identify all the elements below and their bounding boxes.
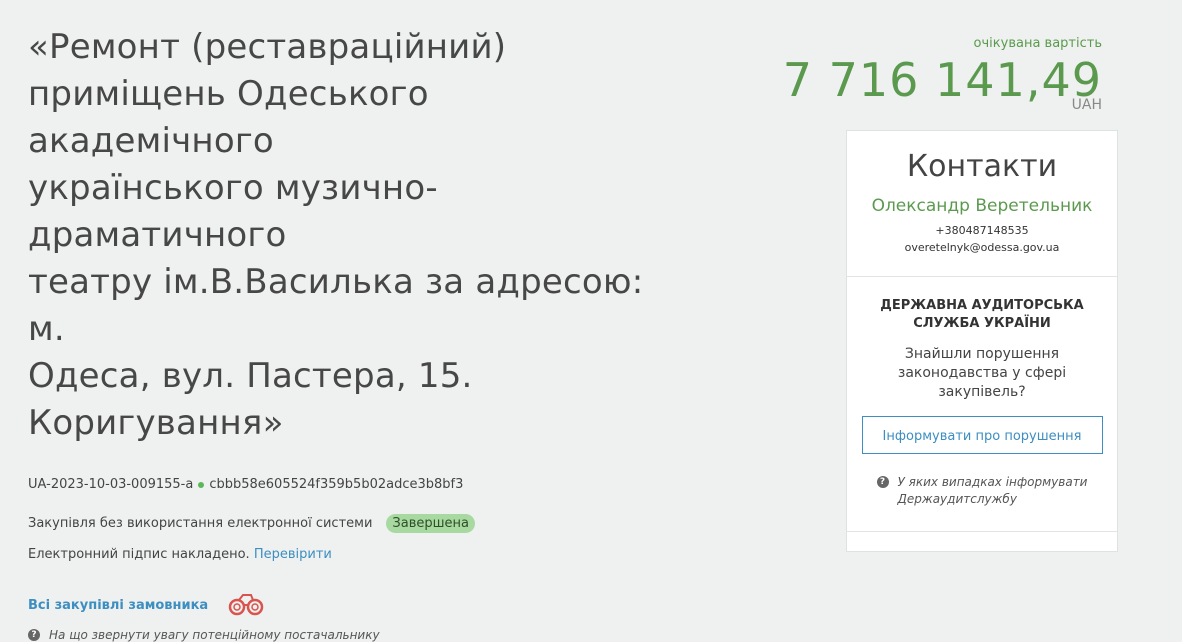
audit-service-section: ДЕРЖАВНА АУДИТОРСЬКА СЛУЖБА УКРАЇНИ Знай… [847, 277, 1117, 508]
question-circle-icon: ? [28, 629, 40, 641]
tender-identifiers: UA-2023-10-03-009155-a cbbb58e605524f359… [28, 477, 678, 492]
all-purchases-row: Всі закупівлі замовника [28, 592, 678, 618]
tender-title-line: театру ім.В.Василька за адресою: м. [28, 262, 644, 349]
contacts-section: Контакти Олександр Веретельник +38048714… [847, 131, 1117, 277]
signature-row: Електронний підпис накладено. Перевірити [28, 547, 678, 562]
audit-title: ДЕРЖАВНА АУДИТОРСЬКА СЛУЖБА УКРАЇНИ [860, 297, 1104, 333]
contact-phone: +380487148535 [935, 224, 1029, 237]
binoculars-icon[interactable] [226, 592, 268, 618]
audit-question-line: законодавства у сфері закупівель? [897, 365, 1067, 400]
audit-hint-text[interactable]: У яких випадках інформувати Держаудитслу… [898, 474, 1088, 508]
question-circle-icon: ? [876, 476, 889, 488]
audit-title-line: ДЕРЖАВНА АУДИТОРСЬКА [880, 298, 1084, 313]
audit-hint-line: У яких випадках інформувати [897, 475, 1088, 489]
contact-name: Олександр Веретельник [871, 196, 1093, 216]
audit-hint-line: Держаудитслужбу [897, 492, 1017, 506]
divider [847, 531, 1117, 532]
procurement-type: Закупівля без використання електронної с… [28, 516, 373, 531]
supplier-hint-text[interactable]: На що звернути увагу потенційному постач… [49, 628, 380, 642]
tender-title-line: Одеса, вул. Пастера, 15. [28, 356, 473, 396]
tender-title: «Ремонт (реставраційний) приміщень Одесь… [28, 24, 678, 447]
tender-title-line: «Ремонт (реставраційний) [28, 27, 507, 67]
tender-hash: cbbb58e605524f359b5b02adce3b8bf3 [209, 477, 464, 492]
status-dot-icon [198, 481, 205, 488]
tender-title-line: приміщень Одеського академічного [28, 74, 429, 161]
tender-info: «Ремонт (реставраційний) приміщень Одесь… [28, 24, 678, 642]
expected-price: очікувана вартість 7 716 141,49 UAH [783, 36, 1102, 113]
audit-hint[interactable]: ? У яких випадках інформувати Держаудитс… [860, 474, 1104, 508]
contacts-heading: Контакти [906, 149, 1058, 184]
tender-id: UA-2023-10-03-009155-a [28, 477, 194, 492]
audit-title-line: СЛУЖБА УКРАЇНИ [913, 316, 1051, 331]
sidebar-card: Контакти Олександр Веретельник +38048714… [846, 130, 1118, 552]
price-caption: очікувана вартість [973, 36, 1102, 51]
status-badge: Завершена [386, 514, 475, 533]
contact-email: overetelnyk@odessa.gov.ua [904, 241, 1060, 254]
all-purchases-link[interactable]: Всі закупівлі замовника [28, 598, 208, 613]
tender-title-line: українського музично-драматичного [28, 168, 438, 255]
audit-question: Знайшли порушення законодавства у сфері … [860, 345, 1104, 402]
report-violation-button[interactable]: Інформувати про порушення [861, 416, 1103, 454]
procurement-status-row: Закупівля без використання електронної с… [28, 514, 678, 533]
verify-signature-link[interactable]: Перевірити [254, 547, 332, 562]
tender-title-line: Коригування» [28, 403, 284, 443]
price-value: 7 716 141,49 [782, 53, 1102, 107]
signature-text: Електронний підпис накладено. [28, 547, 250, 562]
supplier-hint-row[interactable]: ? На що звернути увагу потенційному пост… [28, 628, 678, 642]
audit-question-line: Знайшли порушення [904, 346, 1060, 362]
